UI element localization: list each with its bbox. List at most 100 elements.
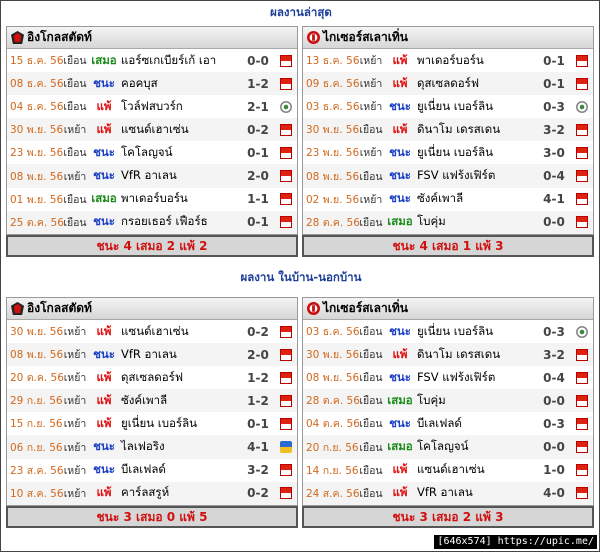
results-list: 03 ธ.ค. 56 เยือน ชนะ ยูเนี่ยน เบอร์ลิน 0-3 30… [303,320,593,505]
opponent-link[interactable]: ซังค์เพาลี [119,392,241,410]
bundesliga-2-icon [576,487,588,500]
opponent-link[interactable]: พาเดอร์บอร์น [415,52,537,70]
opponent-link[interactable]: FSV แฟร้งเฟิร์ต [415,369,537,387]
opponent-link[interactable]: ดินาโม เดรสเดน [415,346,537,364]
score[interactable]: 2-1 [241,100,275,114]
competition-icon-cell [275,348,297,361]
opponent-link[interactable]: คาร์ลสรูห์ [119,484,241,502]
opponent-link[interactable]: กรอยเธอร์ เฟือร์ธ [119,213,241,231]
match-result: เสมอ [387,392,413,407]
score[interactable]: 0-4 [537,169,571,183]
score[interactable]: 0-1 [241,215,275,229]
score[interactable]: 0-1 [241,417,275,431]
result-row: 06 ก.ย. 56 เหย้า ชนะ ไลเฟอริง 4-1 [7,435,297,459]
venue: เยือน [359,441,383,454]
match-date: 20 ก.ย. 56 [306,441,359,454]
competition-icon-cell [571,100,593,113]
score[interactable]: 1-2 [241,371,275,385]
score[interactable]: 1-1 [241,192,275,206]
match-result: แพ้ [392,121,408,136]
score[interactable]: 0-4 [537,371,571,385]
score[interactable]: 0-1 [537,77,571,91]
venue: เหย้า [63,395,87,408]
score[interactable]: 3-2 [537,348,571,362]
opponent-link[interactable]: แซนด์เฮาเซ่น [119,121,241,139]
venue: เหย้า [63,464,87,477]
match-date: 15 ก.ย. 56 [10,418,63,431]
competition-icon-cell [275,464,297,477]
opponent-link[interactable]: ยูเนี่ยน เบอร์ลิน [415,323,537,341]
score[interactable]: 2-0 [241,169,275,183]
score[interactable]: 0-2 [241,123,275,137]
opponent-link[interactable]: บีเลเฟลด์ [119,461,241,479]
score[interactable]: 2-0 [241,348,275,362]
opponent-link[interactable]: ดินาโม เดรสเดน [415,121,537,139]
score[interactable]: 0-0 [537,440,571,454]
result-row: 02 พ.ย. 56 เหย้า ชนะ ซังค์เพาลี 4-1 [303,188,593,211]
score[interactable]: 4-0 [537,486,571,500]
opponent-link[interactable]: FSV แฟร้งเฟิร์ต [415,167,537,185]
panel-header: อิงโกลสตัดท์ [7,298,297,320]
match-date: 08 พ.ย. 56 [10,170,64,183]
score[interactable]: 4-1 [537,192,571,206]
score[interactable]: 0-3 [537,417,571,431]
opponent-link[interactable]: ไลเฟอริง [119,438,241,456]
bundesliga-2-icon [280,348,292,361]
opponent-link[interactable]: VfR อาเลน [415,484,537,502]
score[interactable]: 3-2 [241,463,275,477]
opponent-link[interactable]: คอคบุส [119,75,241,93]
venue: เยือน [359,464,383,477]
competition-icon-cell [571,325,593,338]
score[interactable]: 1-2 [241,394,275,408]
competition-icon-cell [571,77,593,90]
opponent-link[interactable]: แซนด์เฮาเซ่น [415,461,537,479]
bundesliga-2-icon [280,77,292,90]
score[interactable]: 0-2 [241,486,275,500]
opponent-link[interactable]: ซังค์เพาลี [415,190,537,208]
opponent-link[interactable]: แอร์ซเกเบียร์เก้ เอา [119,52,241,70]
competition-icon-cell [571,441,593,454]
opponent-link[interactable]: แซนด์เฮาเซ่น [119,323,241,341]
match-result: แพ้ [96,98,112,113]
score[interactable]: 0-1 [537,54,571,68]
opponent-link[interactable]: ยูเนี่ยน เบอร์ลิน [119,415,241,433]
friendly-match-icon [280,441,292,454]
score[interactable]: 0-3 [537,100,571,114]
bundesliga-2-icon [576,54,588,67]
match-date: 20 ต.ค. 56 [10,372,64,385]
result-row: 28 ต.ค. 56 เยือน เสมอ โบคุ่ม 0-0 [303,389,593,413]
score[interactable]: 3-0 [537,146,571,160]
score[interactable]: 0-0 [241,54,275,68]
opponent-link[interactable]: VfR อาเลน [119,346,241,364]
score[interactable]: 3-2 [537,123,571,137]
opponent-link[interactable]: ดุสเซลดอร์ฟ [415,75,537,93]
match-results-widget: ผลงานล่าสุด อิงโกลสตัดท์ 15 ธ.ค. 56 เยือน… [0,0,600,552]
watermark: [646x574] https://upic.me/ [434,535,597,549]
opponent-link[interactable]: โคโลญจน์ [119,144,241,162]
opponent-link[interactable]: พาเดอร์บอร์น [119,190,241,208]
competition-icon-cell [275,146,297,159]
opponent-link[interactable]: โคโลญจน์ [415,438,537,456]
match-result: ชนะ [389,415,411,430]
score[interactable]: 0-3 [537,325,571,339]
opponent-link[interactable]: บีเลเฟลด์ [415,415,537,433]
score[interactable]: 1-0 [537,463,571,477]
score[interactable]: 0-0 [537,394,571,408]
opponent-link[interactable]: ยูเนี่ยน เบอร์ลิน [415,144,537,162]
competition-icon-cell [275,170,297,183]
score[interactable]: 0-1 [241,146,275,160]
venue: เยือน [359,418,383,431]
opponent-link[interactable]: ยูเนี่ยน เบอร์ลิน [415,98,537,116]
score[interactable]: 1-2 [241,77,275,91]
result-row: 20 ต.ค. 56 เหย้า แพ้ ดุสเซลดอร์ฟ 1-2 [7,366,297,389]
opponent-link[interactable]: โบคุ่ม [415,392,537,410]
opponent-link[interactable]: ดุสเซลดอร์ฟ [119,369,241,387]
venue: เยือน [359,124,383,137]
opponent-link[interactable]: โวล์ฟสบวร์ก [119,98,241,116]
score[interactable]: 0-2 [241,325,275,339]
opponent-link[interactable]: โบคุ่ม [415,213,537,231]
score[interactable]: 0-0 [537,215,571,229]
score[interactable]: 4-1 [241,440,275,454]
bundesliga-2-icon [280,193,292,206]
opponent-link[interactable]: VfR อาเลน [119,167,241,185]
